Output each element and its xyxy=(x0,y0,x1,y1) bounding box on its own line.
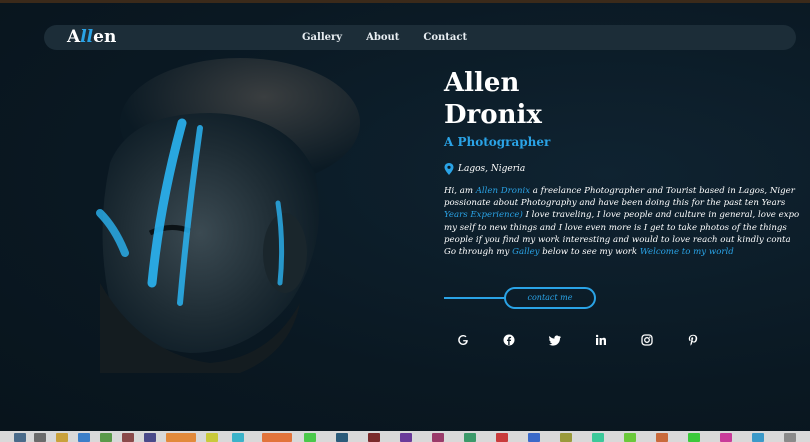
taskbar-active-app-icon[interactable] xyxy=(262,433,292,442)
bio-text: possionate about Photography and have be… xyxy=(444,198,786,209)
taskbar xyxy=(0,431,810,442)
bio-text: Go through my xyxy=(444,247,513,258)
logo-accent: ll xyxy=(80,27,94,47)
bio-text: a freelance Photographer and Tourist bas… xyxy=(530,186,795,196)
bio-text: below to see my work xyxy=(539,247,640,258)
taskbar-app-icon[interactable] xyxy=(624,433,636,442)
bio-text: people if you find my work interesting a… xyxy=(444,234,791,245)
taskbar-app-icon[interactable] xyxy=(784,433,796,442)
logo-suffix: en xyxy=(93,27,117,47)
bio-welcome-highlight: Welcome to my world xyxy=(639,247,734,258)
taskbar-app-icon[interactable] xyxy=(14,433,26,442)
facebook-link[interactable] xyxy=(498,331,520,349)
taskbar-app-icon[interactable] xyxy=(56,433,68,442)
bio-line: possionate about Photography and have be… xyxy=(444,197,810,209)
taskbar-app-icon[interactable] xyxy=(368,433,380,442)
hero-first-name: Allen xyxy=(444,68,520,98)
taskbar-app-icon[interactable] xyxy=(752,433,764,442)
social-links xyxy=(452,331,704,349)
bio-line: Hi, am Allen Dronix a freelance Photogra… xyxy=(444,185,810,197)
twitter-icon xyxy=(549,335,561,346)
taskbar-app-icon[interactable] xyxy=(464,433,476,442)
logo[interactable]: Allen xyxy=(67,25,116,50)
location: Lagos, Nigeria xyxy=(444,163,810,175)
taskbar-app-icon[interactable] xyxy=(100,433,112,442)
contact-me-button[interactable]: contact me xyxy=(504,287,596,309)
taskbar-app-icon[interactable] xyxy=(206,433,218,442)
cta-row: contact me xyxy=(444,286,614,310)
taskbar-app-icon[interactable] xyxy=(232,433,244,442)
taskbar-app-icon[interactable] xyxy=(336,433,348,442)
hero-last-name: Dronix xyxy=(444,100,542,130)
bio-text: my self to new things and I love even mo… xyxy=(444,222,787,233)
hero-text: Allen Dronix A Photographer Lagos, Niger… xyxy=(444,67,810,263)
taskbar-active-app-icon[interactable] xyxy=(166,433,196,442)
taskbar-app-icon[interactable] xyxy=(496,433,508,442)
google-link[interactable] xyxy=(452,331,474,349)
taskbar-app-icon[interactable] xyxy=(656,433,668,442)
instagram-link[interactable] xyxy=(636,331,658,349)
taskbar-app-icon[interactable] xyxy=(720,433,732,442)
bio-line: Years Experience) I love traveling, I lo… xyxy=(444,209,810,221)
navbar: Allen Gallery About Contact xyxy=(44,25,796,50)
taskbar-app-icon[interactable] xyxy=(78,433,90,442)
bio-gallery-link[interactable]: Galley xyxy=(512,247,539,257)
taskbar-app-icon[interactable] xyxy=(560,433,572,442)
location-pin-icon xyxy=(444,163,454,175)
hero-tagline: A Photographer xyxy=(444,135,551,149)
bio-text: I love traveling, I love people and cult… xyxy=(522,210,800,221)
facebook-icon xyxy=(503,334,515,346)
cta-decorative-line xyxy=(444,297,506,299)
bio-text: Hi, am xyxy=(444,186,476,196)
instagram-icon xyxy=(641,334,653,346)
bio-line: Go through my Galley below to see my wor… xyxy=(444,246,810,258)
pinterest-icon xyxy=(688,334,698,346)
bio-line: my self to new things and I love even mo… xyxy=(444,222,810,234)
nav-gallery[interactable]: Gallery xyxy=(302,25,342,50)
google-icon xyxy=(458,335,468,345)
taskbar-app-icon[interactable] xyxy=(528,433,540,442)
nav-links: Gallery About Contact xyxy=(302,25,467,50)
portfolio-page: Allen Gallery About Contact Allen Dronix… xyxy=(0,3,810,431)
taskbar-app-icon[interactable] xyxy=(400,433,412,442)
logo-prefix: A xyxy=(67,27,81,47)
taskbar-app-icon[interactable] xyxy=(688,433,700,442)
bio-experience-highlight: Years Experience) xyxy=(444,210,523,221)
bio-name-highlight: Allen Dronix xyxy=(475,186,531,196)
twitter-link[interactable] xyxy=(544,331,566,349)
taskbar-app-icon[interactable] xyxy=(432,433,444,442)
bio-paragraph: Hi, am Allen Dronix a freelance Photogra… xyxy=(444,185,810,263)
linkedin-link[interactable] xyxy=(590,331,612,349)
location-text: Lagos, Nigeria xyxy=(458,164,526,174)
pinterest-link[interactable] xyxy=(682,331,704,349)
taskbar-app-icon[interactable] xyxy=(592,433,604,442)
portrait-photo xyxy=(96,58,360,373)
linkedin-icon xyxy=(595,334,606,345)
taskbar-app-icon[interactable] xyxy=(34,433,46,442)
bio-line: people if you find my work interesting a… xyxy=(444,234,810,246)
taskbar-app-icon[interactable] xyxy=(144,433,156,442)
nav-about[interactable]: About xyxy=(366,25,399,50)
nav-contact[interactable]: Contact xyxy=(423,25,467,50)
taskbar-app-icon[interactable] xyxy=(122,433,134,442)
taskbar-app-icon[interactable] xyxy=(304,433,316,442)
